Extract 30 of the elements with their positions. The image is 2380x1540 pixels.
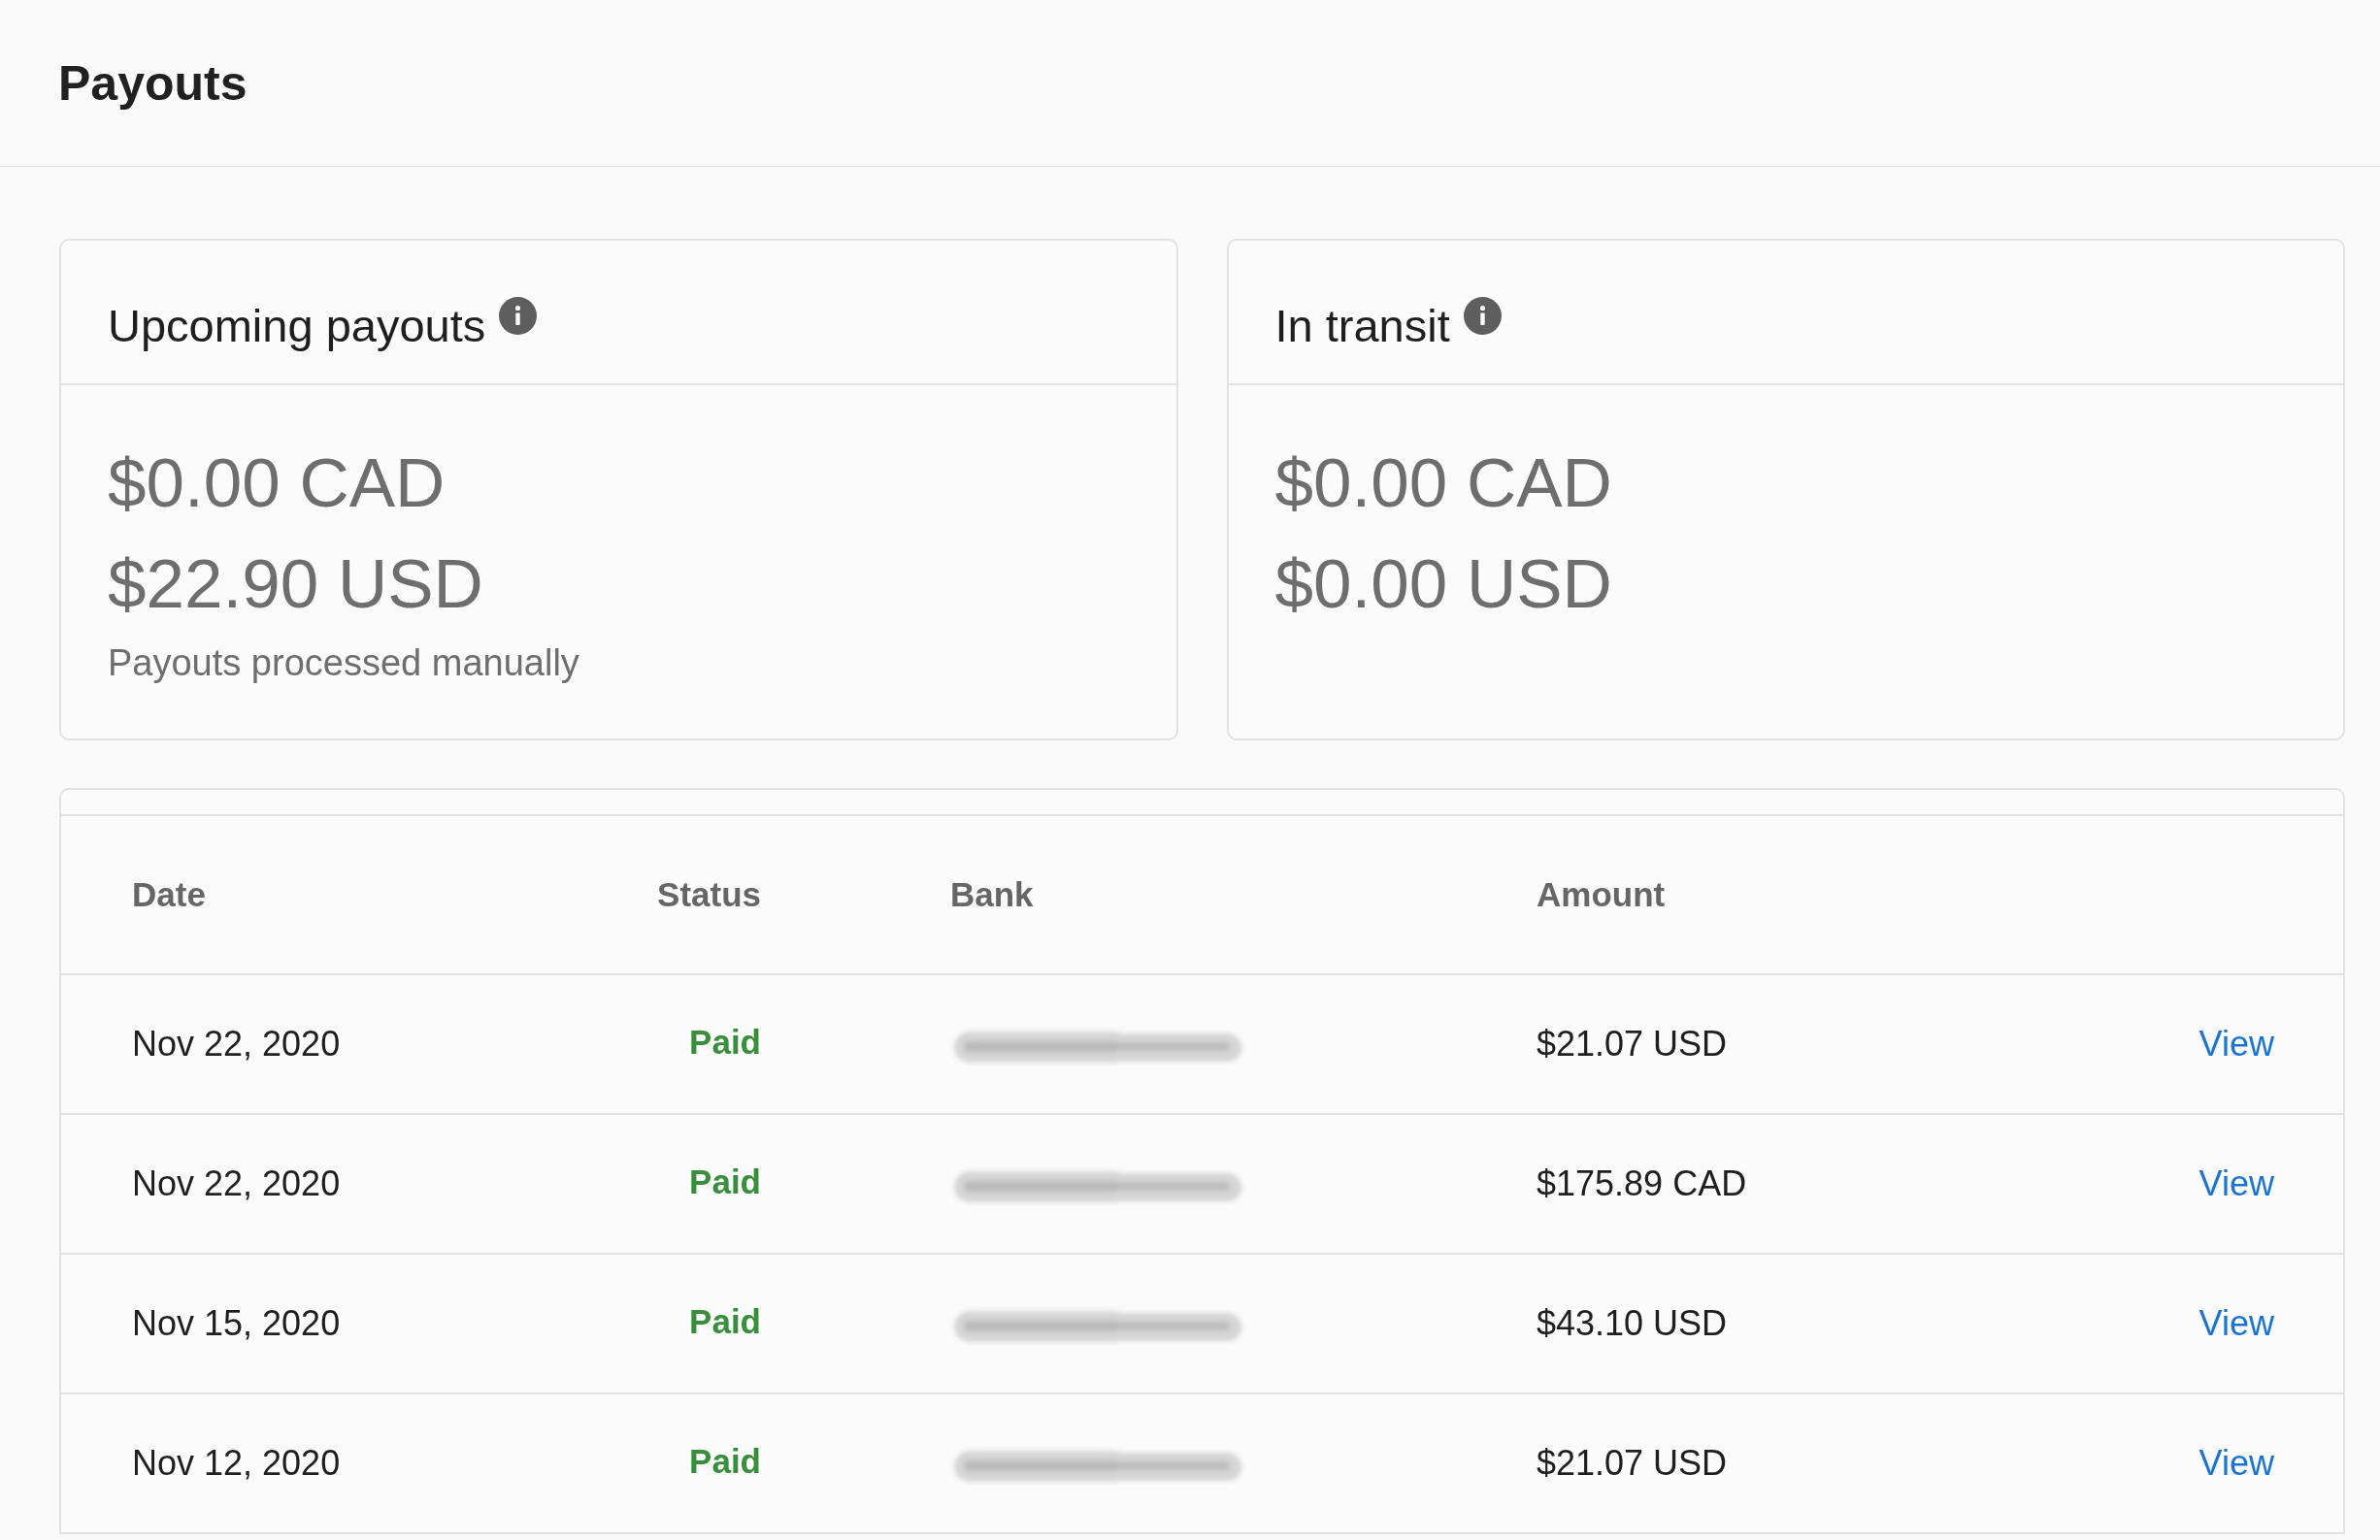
- info-icon[interactable]: [499, 297, 538, 335]
- status-text: Paid: [689, 1023, 761, 1062]
- column-header: Amount: [1537, 875, 1666, 914]
- date-cell: Nov 22, 2020: [132, 1163, 341, 1204]
- amount-cell: $43.10 USD: [1537, 1303, 1728, 1344]
- card-title: In transit: [1274, 301, 1450, 351]
- amount-text: $0.00 CAD: [1274, 443, 1613, 523]
- column-header: Status: [657, 875, 761, 914]
- column-header: Bank: [950, 875, 1034, 914]
- amount-cell: $175.89 CAD: [1537, 1163, 1747, 1204]
- page-title: Payouts: [58, 54, 248, 113]
- info-icon[interactable]: [1463, 297, 1502, 335]
- card-title: Upcoming payouts: [108, 301, 486, 351]
- date-cell: Nov 12, 2020: [132, 1443, 341, 1484]
- view-link[interactable]: View: [2198, 1163, 2274, 1204]
- view-link[interactable]: View: [2198, 1303, 2274, 1344]
- column-header: Date: [132, 875, 206, 914]
- note-text: Payouts processed manually: [108, 641, 580, 685]
- date-cell: Nov 15, 2020: [132, 1303, 341, 1344]
- amount-cell: $21.07 USD: [1537, 1443, 1728, 1484]
- view-link[interactable]: View: [2198, 1024, 2274, 1065]
- date-cell: Nov 22, 2020: [132, 1024, 341, 1065]
- status-text: Paid: [689, 1163, 761, 1201]
- amount-cell: $21.07 USD: [1537, 1024, 1728, 1065]
- amount-text: $0.00 CAD: [108, 443, 446, 523]
- amount-text: $0.00 USD: [1274, 544, 1613, 624]
- status-text: Paid: [689, 1302, 761, 1341]
- view-link[interactable]: View: [2198, 1443, 2274, 1484]
- amount-text: $22.90 USD: [108, 544, 484, 624]
- status-text: Paid: [689, 1442, 761, 1481]
